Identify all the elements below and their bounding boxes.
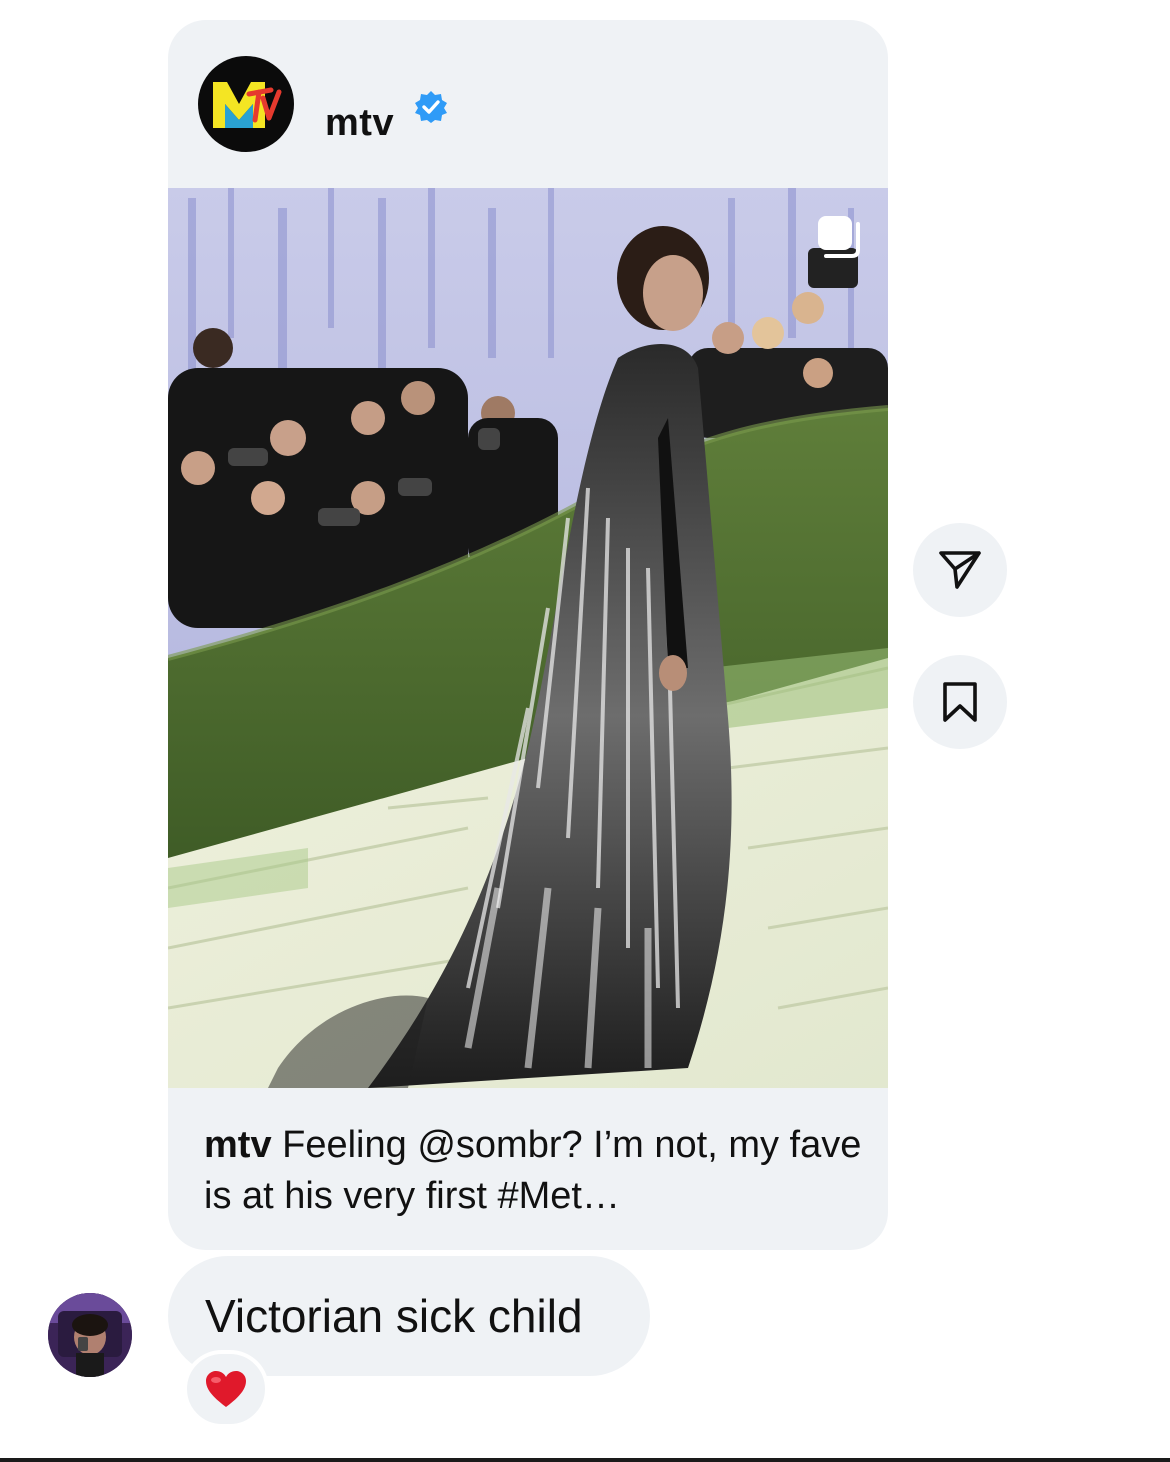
sender-avatar-image xyxy=(48,1293,132,1377)
post-photo[interactable] xyxy=(168,188,888,1088)
share-button[interactable] xyxy=(913,523,1007,617)
shared-post-card[interactable]: mtv mtv Feeling @sombr? I’m not, my fave… xyxy=(168,20,888,1250)
post-header[interactable]: mtv xyxy=(168,20,888,188)
met-gala-photo xyxy=(168,188,888,1088)
message-text: Victorian sick child xyxy=(205,1290,583,1342)
bookmark-icon xyxy=(943,682,977,722)
mtv-avatar[interactable] xyxy=(198,56,294,152)
red-heart-icon xyxy=(206,1371,246,1407)
sender-avatar[interactable] xyxy=(48,1293,132,1377)
mtv-logo xyxy=(213,82,282,128)
post-username[interactable]: mtv xyxy=(325,102,394,145)
caption-text: Feeling @sombr? I’m not, my fave is at h… xyxy=(204,1124,862,1217)
save-button[interactable] xyxy=(913,655,1007,749)
paper-plane-icon xyxy=(939,551,981,589)
multiple-media-icon xyxy=(818,216,860,258)
post-caption[interactable]: mtv Feeling @sombr? I’m not, my fave is … xyxy=(204,1120,864,1222)
verified-badge-icon xyxy=(415,91,447,123)
bottom-divider xyxy=(0,1458,1170,1462)
caption-username[interactable]: mtv xyxy=(204,1124,272,1166)
reaction-badge[interactable] xyxy=(183,1350,269,1428)
